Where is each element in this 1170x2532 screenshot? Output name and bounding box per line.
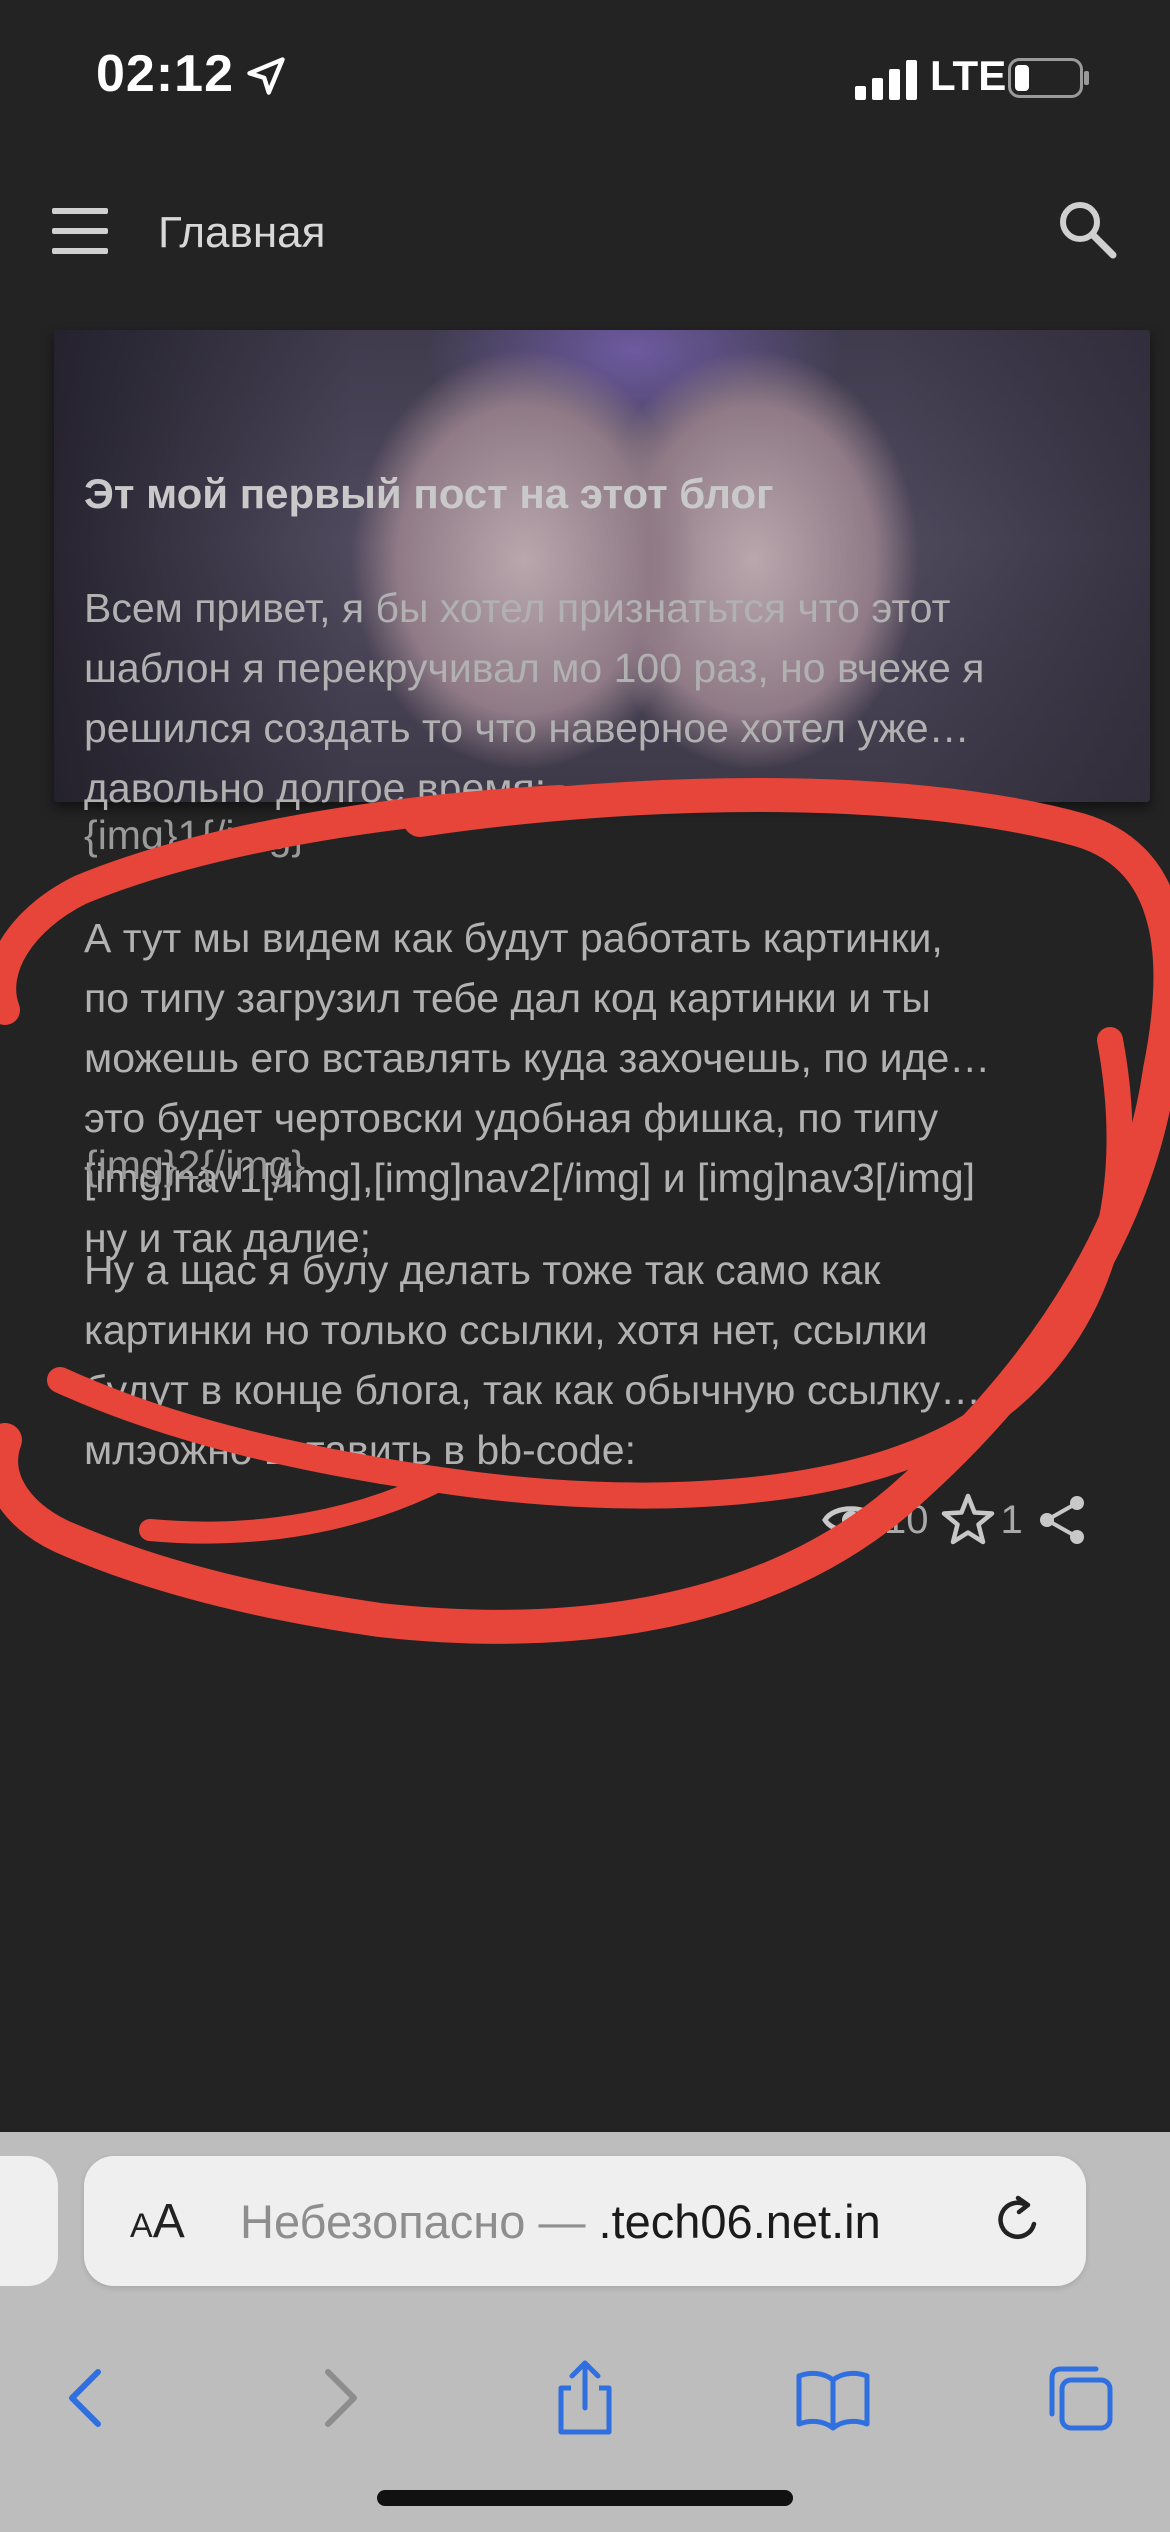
cellular-signal-icon: [855, 60, 917, 100]
text-line: Ну а щас я булу делать тоже так само как: [84, 1247, 881, 1293]
post-title[interactable]: Эт мой первый пост на этот блог: [84, 470, 773, 518]
text-line: решился создать то что наверное хотел уж…: [84, 705, 970, 751]
status-bar: 02:12 LTE: [0, 0, 1170, 150]
post-stats: 10 1: [822, 1490, 1091, 1550]
forward-icon[interactable]: [298, 2358, 378, 2438]
app-bar: Главная: [0, 170, 1170, 300]
location-arrow-icon: [247, 57, 285, 95]
url-security-label: Небезопасно —: [240, 2195, 599, 2248]
menu-icon[interactable]: [52, 208, 110, 254]
post-paragraph-3: Ну а щас я булу делать тоже так само как…: [84, 1240, 1144, 1480]
page-settings-button[interactable]: AA: [130, 2194, 185, 2249]
text-line: можешь его вставлять куда захочешь, по и…: [84, 1035, 991, 1081]
aa-small: A: [130, 2207, 153, 2245]
network-type: LTE: [930, 52, 1007, 99]
search-icon[interactable]: [1056, 198, 1118, 260]
bookmarks-icon[interactable]: [793, 2358, 873, 2438]
share-icon[interactable]: [1033, 1491, 1091, 1549]
aa-big: A: [152, 2195, 185, 2248]
text-line: А тут мы видем как будут работать картин…: [84, 915, 943, 961]
address-bar[interactable]: AA Небезопасно — .tech06.net.in: [84, 2156, 1086, 2286]
text-line: млэожно вставить в bb-code:: [84, 1427, 636, 1473]
url-domain: .tech06.net.in: [598, 2195, 881, 2248]
share-sheet-icon[interactable]: [545, 2358, 625, 2438]
text-line: картинки но только ссылки, хотя нет, ссы…: [84, 1307, 928, 1353]
page-title: Главная: [158, 208, 326, 257]
tabs-icon[interactable]: [1040, 2358, 1120, 2438]
home-indicator: [377, 2490, 793, 2506]
reload-icon[interactable]: [988, 2190, 1048, 2250]
text-line: шаблон я перекручивал мо 100 раз, но вче…: [84, 645, 985, 691]
eye-icon: [822, 1506, 880, 1534]
text-line: будут в конце блога, так как обычную ссы…: [84, 1367, 982, 1413]
browser-bottom-bar: AA Небезопасно — .tech06.net.in: [0, 2132, 1170, 2532]
stars-count: 1: [1000, 1497, 1023, 1542]
post-paragraph-2: А тут мы видем как будут работать картин…: [84, 908, 1144, 1268]
back-icon[interactable]: [48, 2358, 128, 2438]
views-count: 10: [884, 1497, 929, 1542]
img-tag-1: {img}1{/img}: [84, 812, 306, 858]
previous-tab-preview[interactable]: [0, 2156, 58, 2286]
url-text[interactable]: Небезопасно — .tech06.net.in: [240, 2194, 1020, 2249]
post-paragraph-1: Всем привет, я бы хотел признатьтся что …: [84, 578, 1144, 818]
battery-icon: [1008, 58, 1089, 98]
text-line: Всем привет, я бы хотел признатьтся что …: [84, 585, 951, 631]
star-icon[interactable]: [939, 1491, 997, 1549]
browser-toolbar: [0, 2332, 1170, 2462]
text-line: по типу загрузил тебе дал код картинки и…: [84, 975, 931, 1021]
img-tag-2: {img}2{/img}: [84, 1142, 306, 1188]
status-time: 02:12: [96, 45, 234, 103]
